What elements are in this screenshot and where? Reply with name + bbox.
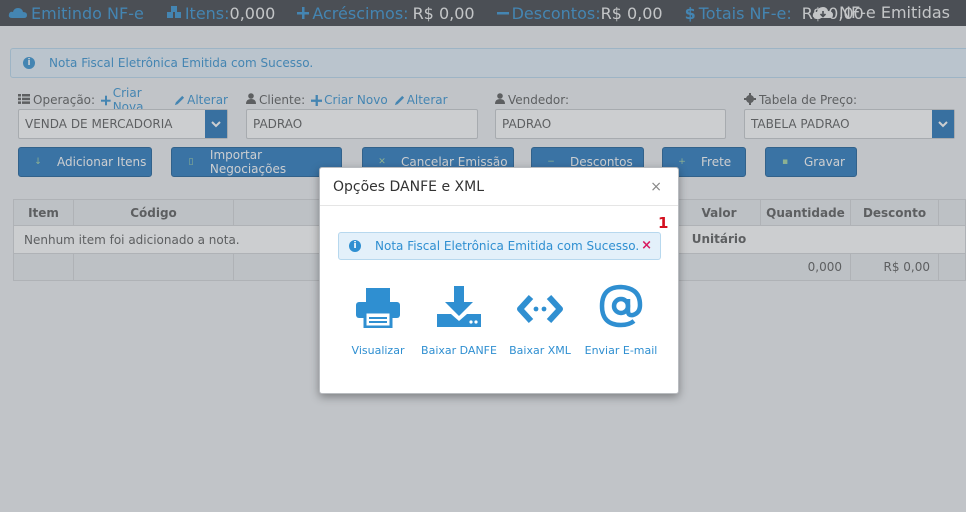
download-icon (414, 280, 504, 328)
notification-badge: 1 (658, 214, 669, 232)
danfe-xml-modal: Opções DANFE e XML × 1 i Nota Fiscal Ele… (319, 167, 679, 394)
visualizar-label: Visualizar (351, 344, 405, 357)
baixar-xml-label: Baixar XML (509, 344, 571, 357)
at-icon (576, 280, 666, 328)
baixar-xml-action[interactable]: Baixar XML (495, 280, 585, 357)
modal-title: Opções DANFE e XML (333, 178, 484, 195)
modal-close-button[interactable]: × (650, 179, 662, 195)
modal-header: Opções DANFE e XML × (320, 168, 678, 206)
enviar-email-action[interactable]: Enviar E-mail (576, 280, 666, 357)
alert-close-button[interactable]: × (641, 238, 652, 253)
print-icon (333, 280, 423, 328)
baixar-danfe-action[interactable]: Baixar DANFE (414, 280, 504, 357)
modal-success-alert: i Nota Fiscal Eletrônica Emitida com Suc… (338, 232, 661, 260)
code-icon (495, 280, 585, 328)
baixar-danfe-label: Baixar DANFE (421, 344, 497, 357)
modal-actions: Visualizar Baixar DANFE Baixar XML Envia… (320, 280, 680, 360)
enviar-email-label: Enviar E-mail (584, 344, 658, 357)
info-icon: i (349, 240, 361, 252)
modal-alert-text: Nota Fiscal Eletrônica Emitida com Suces… (375, 239, 640, 253)
visualizar-action[interactable]: Visualizar (333, 280, 423, 357)
